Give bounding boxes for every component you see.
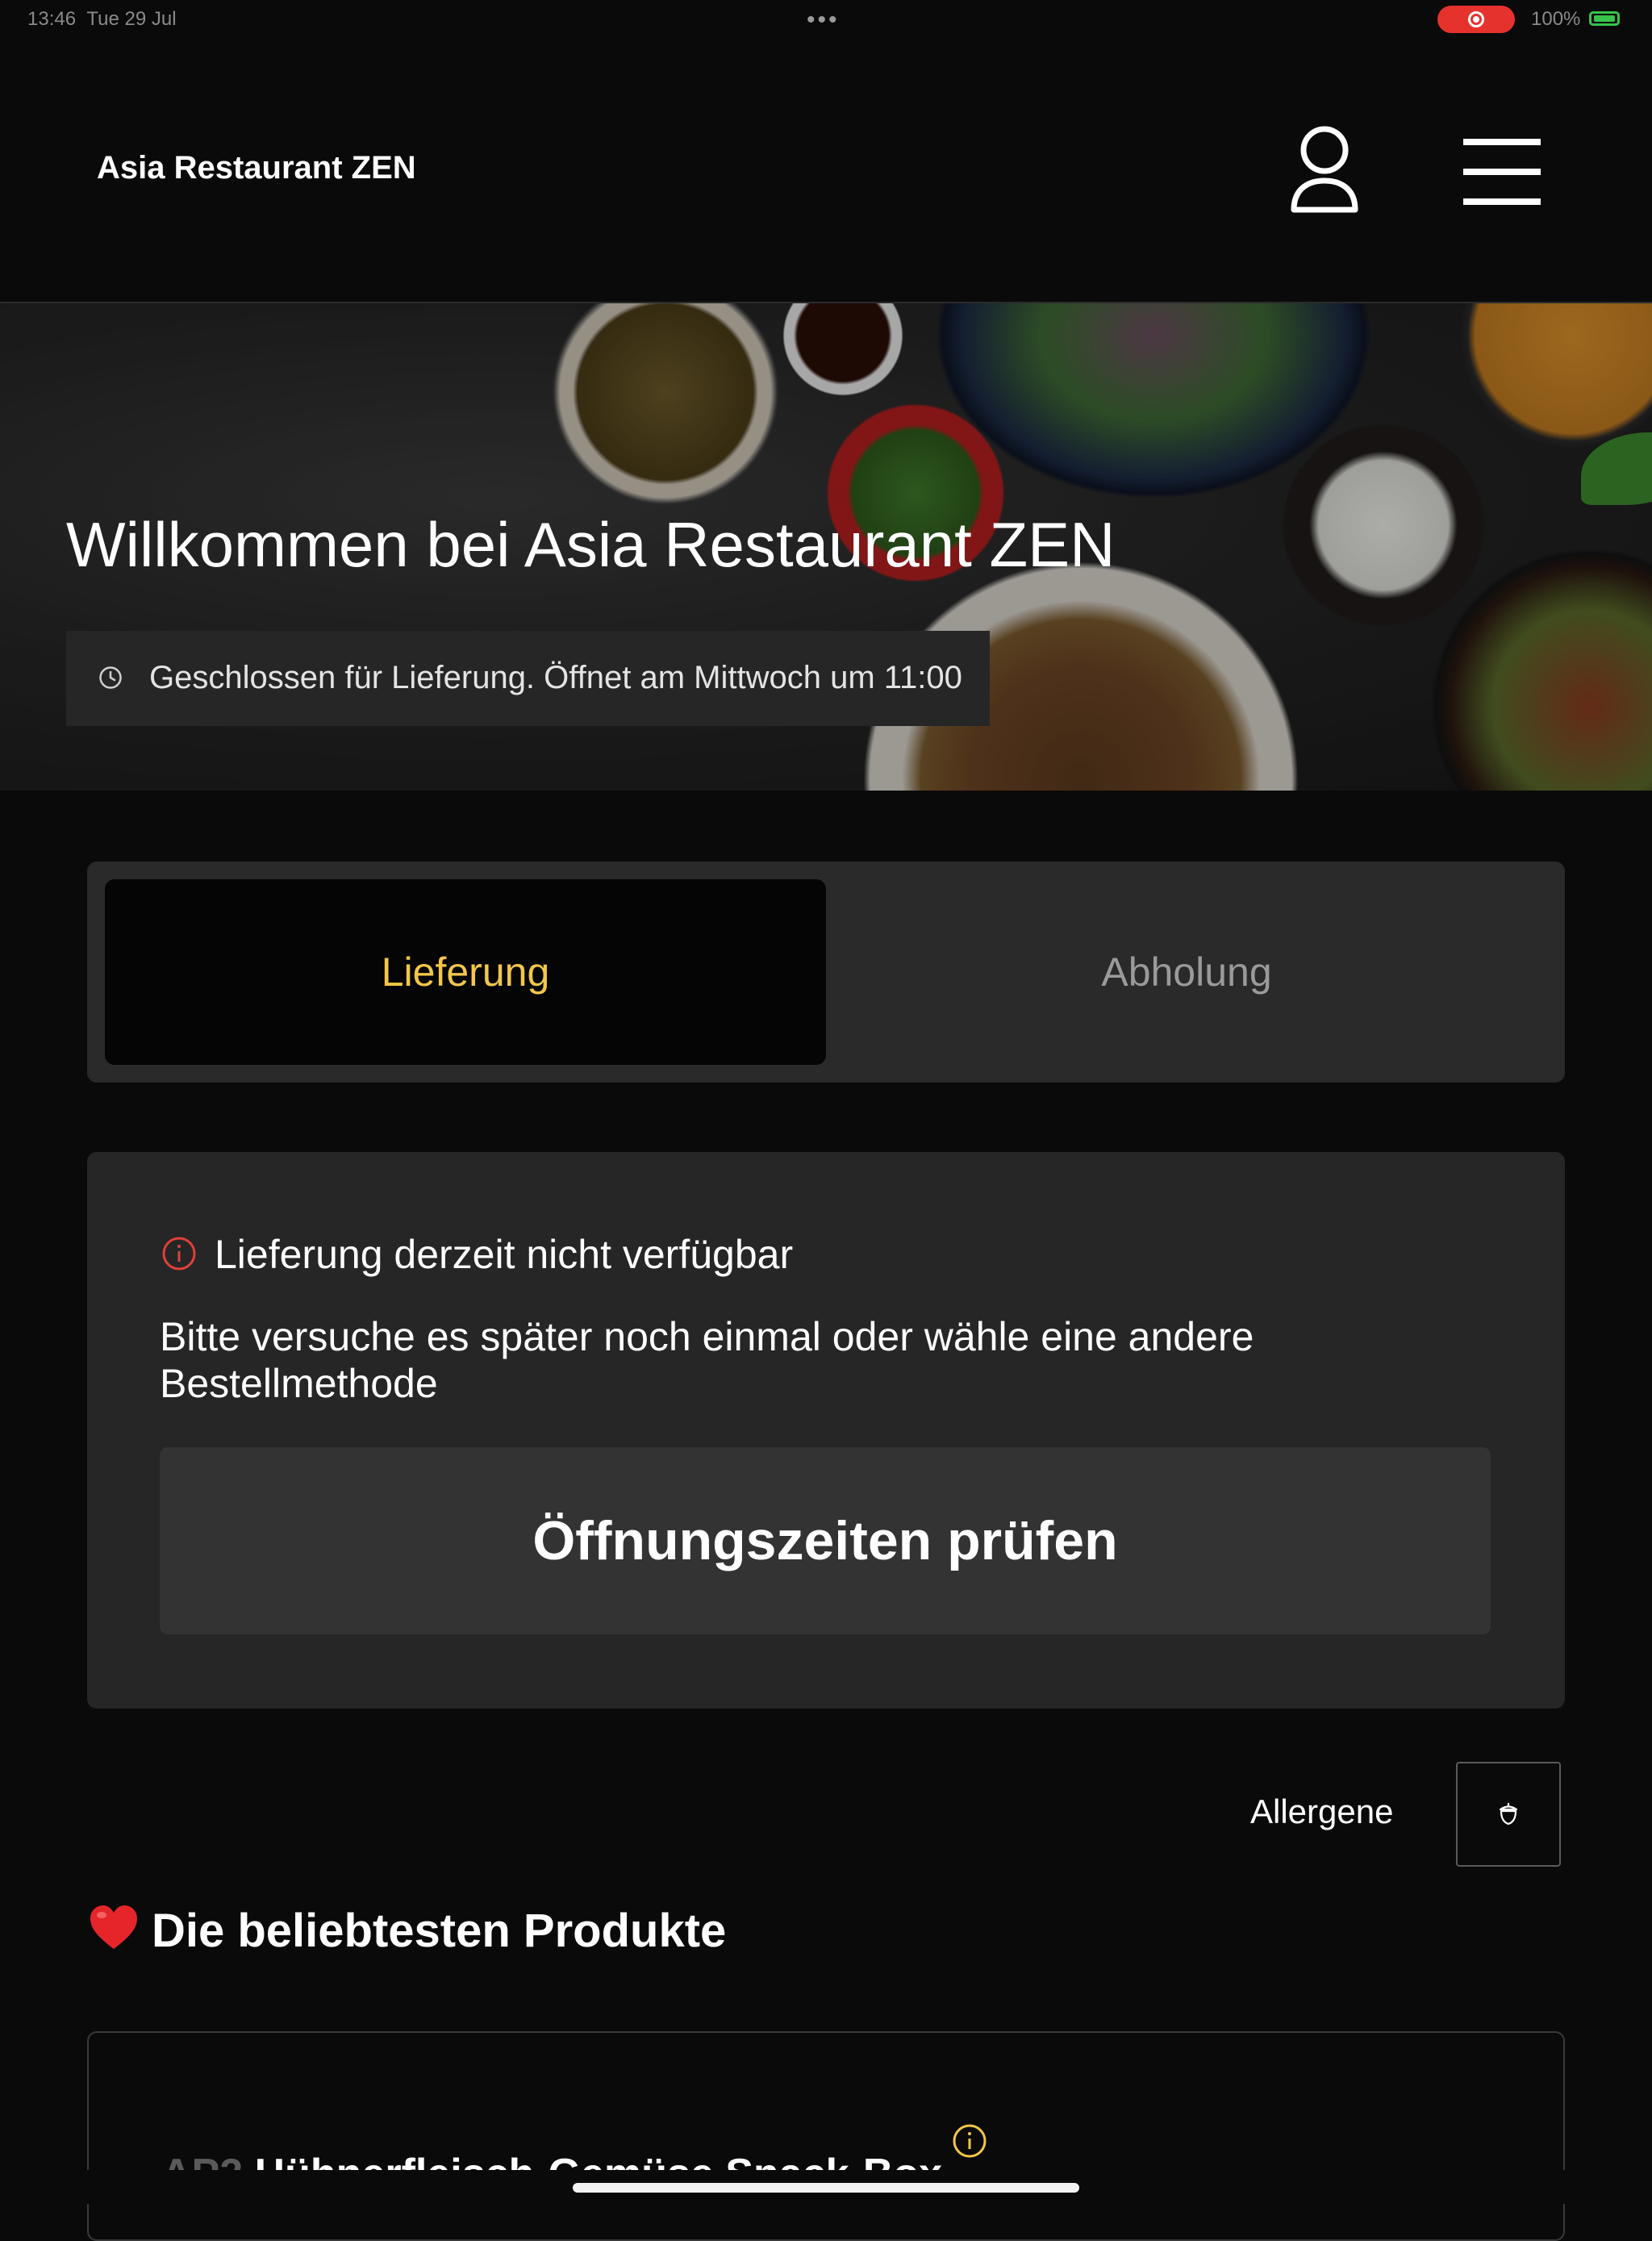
allergens-label[interactable]: Allergene bbox=[1250, 1792, 1393, 1831]
info-icon bbox=[162, 1237, 196, 1271]
user-icon[interactable] bbox=[1289, 126, 1360, 216]
status-date-text: Tue 29 Jul bbox=[86, 8, 177, 30]
restaurant-name[interactable]: Asia Restaurant ZEN bbox=[97, 150, 416, 186]
allergens-filter-button[interactable] bbox=[1456, 1762, 1561, 1867]
opening-status-text: Geschlossen für Lieferung. Öffnet am Mit… bbox=[149, 660, 962, 695]
multitasking-dots-icon[interactable]: ••• bbox=[807, 6, 840, 34]
tab-delivery-label: Lieferung bbox=[381, 949, 550, 995]
status-time-text: 13:46 bbox=[27, 8, 77, 30]
product-info-icon[interactable] bbox=[952, 2123, 987, 2159]
notice-title: Lieferung derzeit nicht verfügbar bbox=[215, 1232, 794, 1277]
check-opening-hours-label: Öffnungszeiten prüfen bbox=[532, 1510, 1118, 1571]
welcome-title: Willkommen bei Asia Restaurant ZEN bbox=[66, 509, 1116, 580]
popular-products-title: Die beliebtesten Produkte bbox=[152, 1905, 727, 1957]
battery-icon bbox=[1589, 11, 1620, 26]
acorn-icon bbox=[1499, 1802, 1518, 1826]
notice-body: Bitte versuche es später noch einmal ode… bbox=[160, 1314, 1254, 1406]
screen-recording-icon[interactable] bbox=[1437, 6, 1515, 33]
check-opening-hours-button[interactable]: Öffnungszeiten prüfen bbox=[160, 1447, 1491, 1634]
product-card[interactable] bbox=[87, 2031, 1565, 2241]
heart-icon bbox=[90, 1905, 137, 1949]
tab-pickup-label: Abholung bbox=[1101, 949, 1272, 995]
clock-icon bbox=[99, 666, 122, 689]
tab-pickup[interactable]: Abholung bbox=[826, 879, 1547, 1065]
status-time: 13:46 Tue 29 Jul bbox=[27, 8, 177, 31]
battery-percent: 100% bbox=[1531, 8, 1581, 30]
hamburger-menu-icon[interactable] bbox=[1462, 137, 1542, 207]
tab-delivery[interactable]: Lieferung bbox=[105, 879, 826, 1065]
home-indicator[interactable] bbox=[573, 2183, 1079, 2193]
